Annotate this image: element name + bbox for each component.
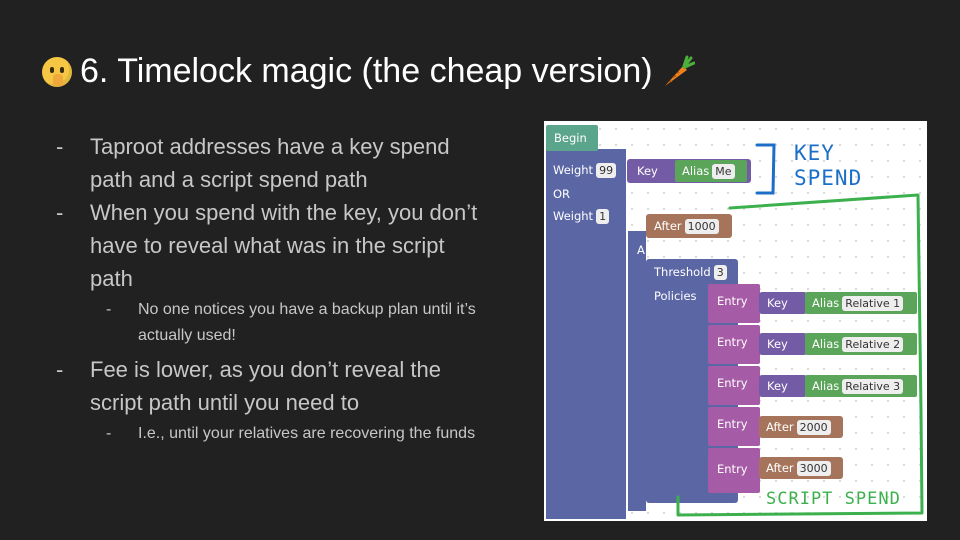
entry-block[interactable]: Entry [708, 448, 760, 493]
after-block[interactable]: After 2000 [759, 416, 843, 438]
weight-key-value: 99 [596, 163, 617, 178]
sub-bullet-item: - No one notices you have a backup plan u… [106, 301, 476, 344]
entry-block[interactable]: Entry [708, 366, 760, 405]
key-spend-annotation: KEY SPEND [794, 141, 863, 190]
begin-block[interactable]: Begin [546, 125, 598, 151]
bullet-item: - Fee is lower, as you don’t reveal the s… [56, 357, 441, 415]
sub-bullet-item: - I.e., until your relatives are recoveri… [106, 425, 476, 442]
key-block[interactable]: Key [759, 292, 807, 314]
or-block[interactable] [546, 149, 626, 519]
and-label: AND [637, 243, 663, 257]
bullet-item: - When you spend with the key, you don’t … [56, 200, 478, 291]
slide-title-text: 6. Timelock magic (the cheap version) [80, 52, 653, 90]
key-block[interactable]: Key [759, 333, 807, 355]
alias-block[interactable]: Alias Relative 3 [805, 375, 917, 397]
policy-block-diagram: Begin Weight 99 Key Alias Me OR Weight 1 AN… [544, 121, 927, 521]
bullet-list: - Taproot addresses have a key spend path… [56, 130, 486, 451]
alias-block[interactable]: Alias Relative 2 [805, 333, 917, 355]
weight-label: Weight 1 [553, 209, 610, 224]
or-label: OR [553, 187, 571, 201]
entry-block[interactable]: Entry [708, 407, 760, 446]
entry-block[interactable]: Entry [708, 284, 760, 323]
after-block[interactable]: After 1000 [646, 214, 732, 238]
after-block[interactable]: After 3000 [759, 457, 843, 479]
shushing-face-icon [42, 56, 72, 87]
weight-script-value: 1 [596, 209, 610, 224]
and-block[interactable] [628, 231, 646, 511]
bullet-item: - Taproot addresses have a key spend path… [56, 134, 450, 192]
alias-block[interactable]: Alias Me [675, 160, 747, 182]
entry-block[interactable]: Entry [708, 325, 760, 364]
slide-title: 6. Timelock magic (the cheap version) [42, 52, 695, 91]
key-block[interactable]: Key [759, 375, 807, 397]
carrot-icon [664, 55, 695, 86]
alias-block[interactable]: Alias Relative 1 [805, 292, 917, 314]
script-spend-annotation: SCRIPT SPEND [766, 489, 901, 509]
weight-label: Weight 99 [553, 163, 617, 178]
